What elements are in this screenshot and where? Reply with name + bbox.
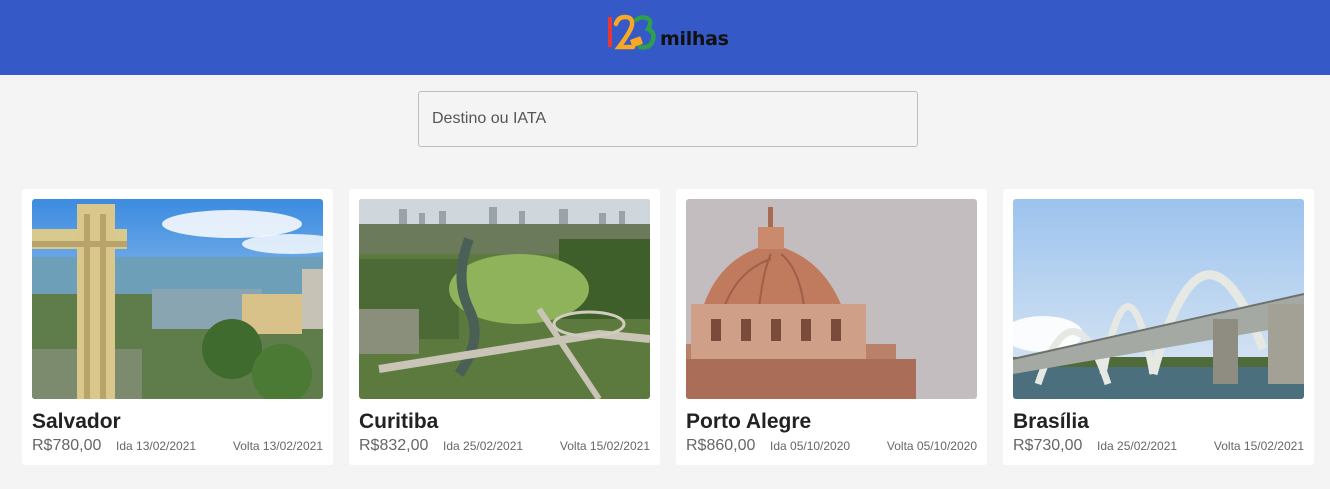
destination-photo[interactable] xyxy=(686,199,977,399)
destination-photo[interactable] xyxy=(32,199,323,399)
brand-logo[interactable]: milhas xyxy=(607,14,737,54)
destination-search-field[interactable] xyxy=(418,91,918,147)
departure-date: Ida 25/02/2021 xyxy=(1097,439,1178,453)
departure-date: Ida 05/10/2020 xyxy=(770,439,851,453)
return-date: Volta 15/02/2021 xyxy=(1213,439,1304,453)
destination-city: Salvador xyxy=(32,410,121,433)
destination-price: R$860,00 xyxy=(686,437,756,454)
destination-price: R$832,00 xyxy=(359,437,429,454)
destination-city: Curitiba xyxy=(359,410,439,433)
departure-date: Ida 25/02/2021 xyxy=(443,439,524,453)
departure-date: Ida 13/02/2021 xyxy=(116,439,197,453)
destination-card-salvador[interactable]: Salvador R$780,00 Ida 13/02/2021 Volta 1… xyxy=(22,189,333,465)
destination-photo[interactable] xyxy=(1013,199,1304,399)
destination-card-curitiba[interactable]: Curitiba R$832,00 Ida 25/02/2021 Volta 1… xyxy=(349,189,660,465)
destination-card-brasilia[interactable]: Brasília R$730,00 Ida 25/02/2021 Volta 1… xyxy=(1003,189,1314,465)
destination-photo[interactable] xyxy=(359,199,650,399)
destination-city: Porto Alegre xyxy=(686,410,812,433)
destination-price: R$730,00 xyxy=(1013,437,1083,454)
destination-card-porto-alegre[interactable]: Porto Alegre R$860,00 Ida 05/10/2020 Vol… xyxy=(676,189,987,465)
return-date: Volta 05/10/2020 xyxy=(886,439,977,453)
destination-search-input[interactable] xyxy=(419,92,917,146)
destination-price: R$780,00 xyxy=(32,437,102,454)
return-date: Volta 15/02/2021 xyxy=(559,439,650,453)
top-header: milhas xyxy=(0,0,1330,75)
destination-city: Brasília xyxy=(1013,410,1089,433)
return-date: Volta 13/02/2021 xyxy=(232,439,323,453)
logo-digits-icon xyxy=(608,14,656,50)
logo-wordmark: milhas xyxy=(660,28,729,50)
